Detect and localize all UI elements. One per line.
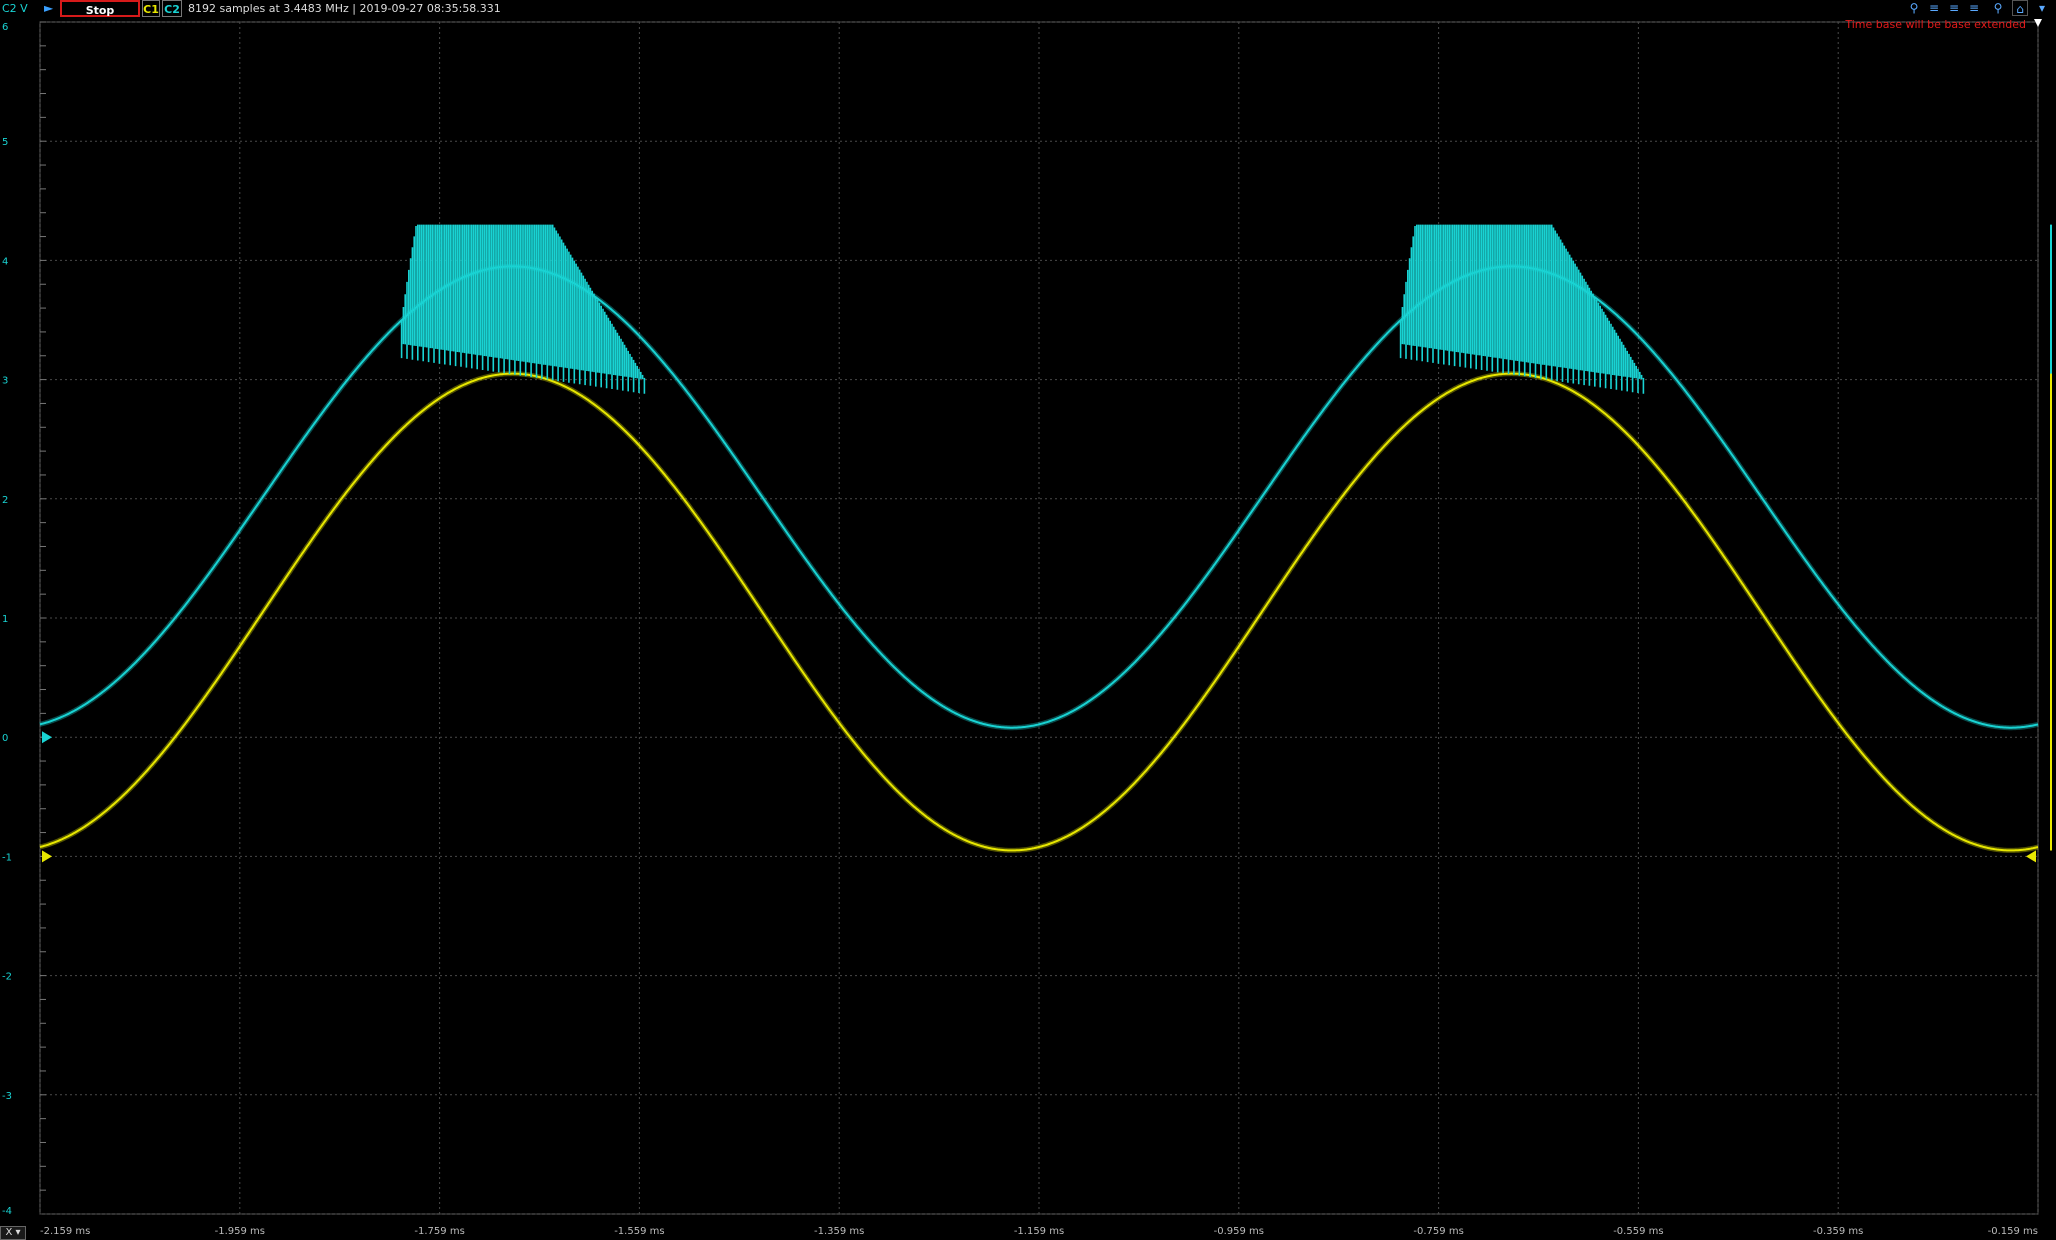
y-tick-label: 3 [2, 376, 8, 387]
y-tick-label: 2 [2, 495, 8, 506]
x-tick-label: -0.559 ms [1613, 1226, 1663, 1237]
c1-offset-marker [42, 850, 52, 863]
y-tick-label: 5 [2, 137, 8, 148]
c1-right-marker [2026, 850, 2036, 863]
x-tick-label: -1.159 ms [1014, 1226, 1064, 1237]
x-tick-label: -1.559 ms [614, 1226, 664, 1237]
c2-offset-marker [42, 731, 52, 744]
x-tick-label: -1.959 ms [215, 1226, 265, 1237]
oscilloscope-plot[interactable]: 6 5 4 3 2 1 0 -1 -2 -3 -4 -2.159 ms -1.959 ms -1.759… [0, 0, 2056, 1240]
x-tick-label: -2.159 ms [40, 1226, 90, 1237]
x-tick-label: -1.359 ms [814, 1226, 864, 1237]
x-tick-label: -0.359 ms [1813, 1226, 1863, 1237]
y-axis-ticks: 6 5 4 3 2 1 0 -1 -2 -3 -4 [2, 22, 12, 1217]
x-mode-label: X [5, 1227, 13, 1238]
timebase-warning: Time base will be base extended [1845, 18, 2026, 31]
y-tick-label: 0 [2, 733, 8, 744]
x-axis-ticks: -2.159 ms -1.959 ms -1.759 ms -1.559 ms -1.3… [40, 1226, 2038, 1237]
x-tick-label: -0.959 ms [1214, 1226, 1264, 1237]
y-tick-label: -4 [2, 1206, 12, 1217]
y-tick-label: 1 [2, 614, 8, 625]
y-tick-label: -2 [2, 972, 12, 983]
y-tick-label: 4 [2, 256, 8, 267]
y-tick-label: 6 [2, 22, 8, 33]
grid [39, 21, 2039, 1215]
y-tick-label: -3 [2, 1091, 12, 1102]
trigger-position-marker [2034, 19, 2042, 27]
x-tick-label: -0.159 ms [1988, 1226, 2038, 1237]
x-tick-label: -0.759 ms [1413, 1226, 1463, 1237]
x-mode-select[interactable]: X ▾ [0, 1226, 26, 1240]
markers [42, 19, 2052, 863]
y-tick-label: -1 [2, 852, 12, 863]
x-tick-label: -1.759 ms [414, 1226, 464, 1237]
